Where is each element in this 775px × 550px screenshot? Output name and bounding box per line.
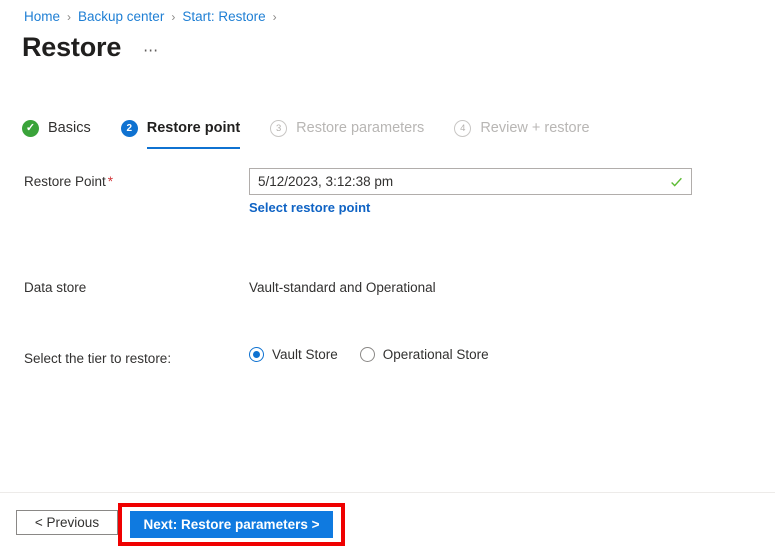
breadcrumb-separator-icon: › xyxy=(171,10,176,24)
breadcrumb-separator-icon: › xyxy=(67,10,72,24)
restore-point-control: 5/12/2023, 3:12:38 pm Select restore poi… xyxy=(249,168,775,217)
breadcrumb-item-start-restore[interactable]: Start: Restore xyxy=(182,9,265,25)
form-spacer xyxy=(0,298,775,345)
next-button[interactable]: Next: Restore parameters > xyxy=(130,511,333,538)
wizard-step-label: Restore point xyxy=(146,120,241,136)
previous-button[interactable]: < Previous xyxy=(16,510,118,535)
restore-point-input[interactable]: 5/12/2023, 3:12:38 pm xyxy=(249,168,692,195)
radio-label: Vault Store xyxy=(272,347,338,362)
restore-point-value: 5/12/2023, 3:12:38 pm xyxy=(258,174,394,189)
wizard-step-restore-parameters[interactable]: 3 Restore parameters xyxy=(270,114,424,142)
wizard-steps: ✓ Basics 2 Restore point 3 Restore param… xyxy=(22,114,620,150)
radio-selected-icon xyxy=(249,347,264,362)
breadcrumb: Home › Backup center › Start: Restore › xyxy=(24,9,284,25)
data-store-value: Vault-standard and Operational xyxy=(249,280,436,295)
wizard-step-label: Restore parameters xyxy=(296,120,425,136)
wizard-step-review-restore[interactable]: 4 Review + restore xyxy=(454,114,590,142)
breadcrumb-item-home[interactable]: Home xyxy=(24,9,60,25)
wizard-step-label: Review + restore xyxy=(480,120,590,136)
step-number-badge: 2 xyxy=(120,119,138,137)
page-header: Restore ⋯ xyxy=(22,31,160,63)
step-number-badge: 4 xyxy=(454,119,472,137)
more-options-icon[interactable]: ⋯ xyxy=(143,43,160,58)
wizard-footer: < Previous xyxy=(0,493,775,550)
restore-point-label-text: Restore Point xyxy=(24,174,106,189)
active-step-underline xyxy=(146,147,241,149)
wizard-step-label: Basics xyxy=(48,120,91,136)
radio-label: Operational Store xyxy=(382,347,489,362)
form-row-data-store: Data store Vault-standard and Operationa… xyxy=(0,274,775,298)
required-asterisk: * xyxy=(107,174,114,189)
tier-radio-group: Vault Store Operational Store xyxy=(249,345,775,362)
restore-point-label: Restore Point * xyxy=(0,168,249,192)
data-store-control: Vault-standard and Operational xyxy=(249,274,775,298)
tier-control: Vault Store Operational Store xyxy=(249,345,775,362)
breadcrumb-separator-icon: › xyxy=(272,10,277,24)
green-check-icon xyxy=(671,177,682,187)
restore-point-form: Restore Point * 5/12/2023, 3:12:38 pm Sel… xyxy=(0,168,775,369)
form-row-restore-point: Restore Point * 5/12/2023, 3:12:38 pm Sel… xyxy=(0,168,775,217)
page-title: Restore xyxy=(22,32,122,62)
form-row-tier: Select the tier to restore: Vault Store … xyxy=(0,345,775,369)
radio-vault-store[interactable]: Vault Store xyxy=(249,347,338,362)
form-spacer xyxy=(0,217,775,274)
radio-operational-store[interactable]: Operational Store xyxy=(359,347,489,362)
step-complete-check-icon: ✓ xyxy=(22,119,39,137)
radio-unselected-icon xyxy=(359,347,375,362)
step-number-badge: 3 xyxy=(270,119,288,137)
data-store-label: Data store xyxy=(24,280,87,295)
tier-label: Select the tier to restore: xyxy=(24,351,172,366)
wizard-step-restore-point[interactable]: 2 Restore point xyxy=(120,114,241,149)
select-restore-point-link[interactable]: Select restore point xyxy=(249,200,370,215)
wizard-step-basics[interactable]: ✓ Basics xyxy=(22,114,91,142)
breadcrumb-item-backup-center[interactable]: Backup center xyxy=(78,9,164,25)
